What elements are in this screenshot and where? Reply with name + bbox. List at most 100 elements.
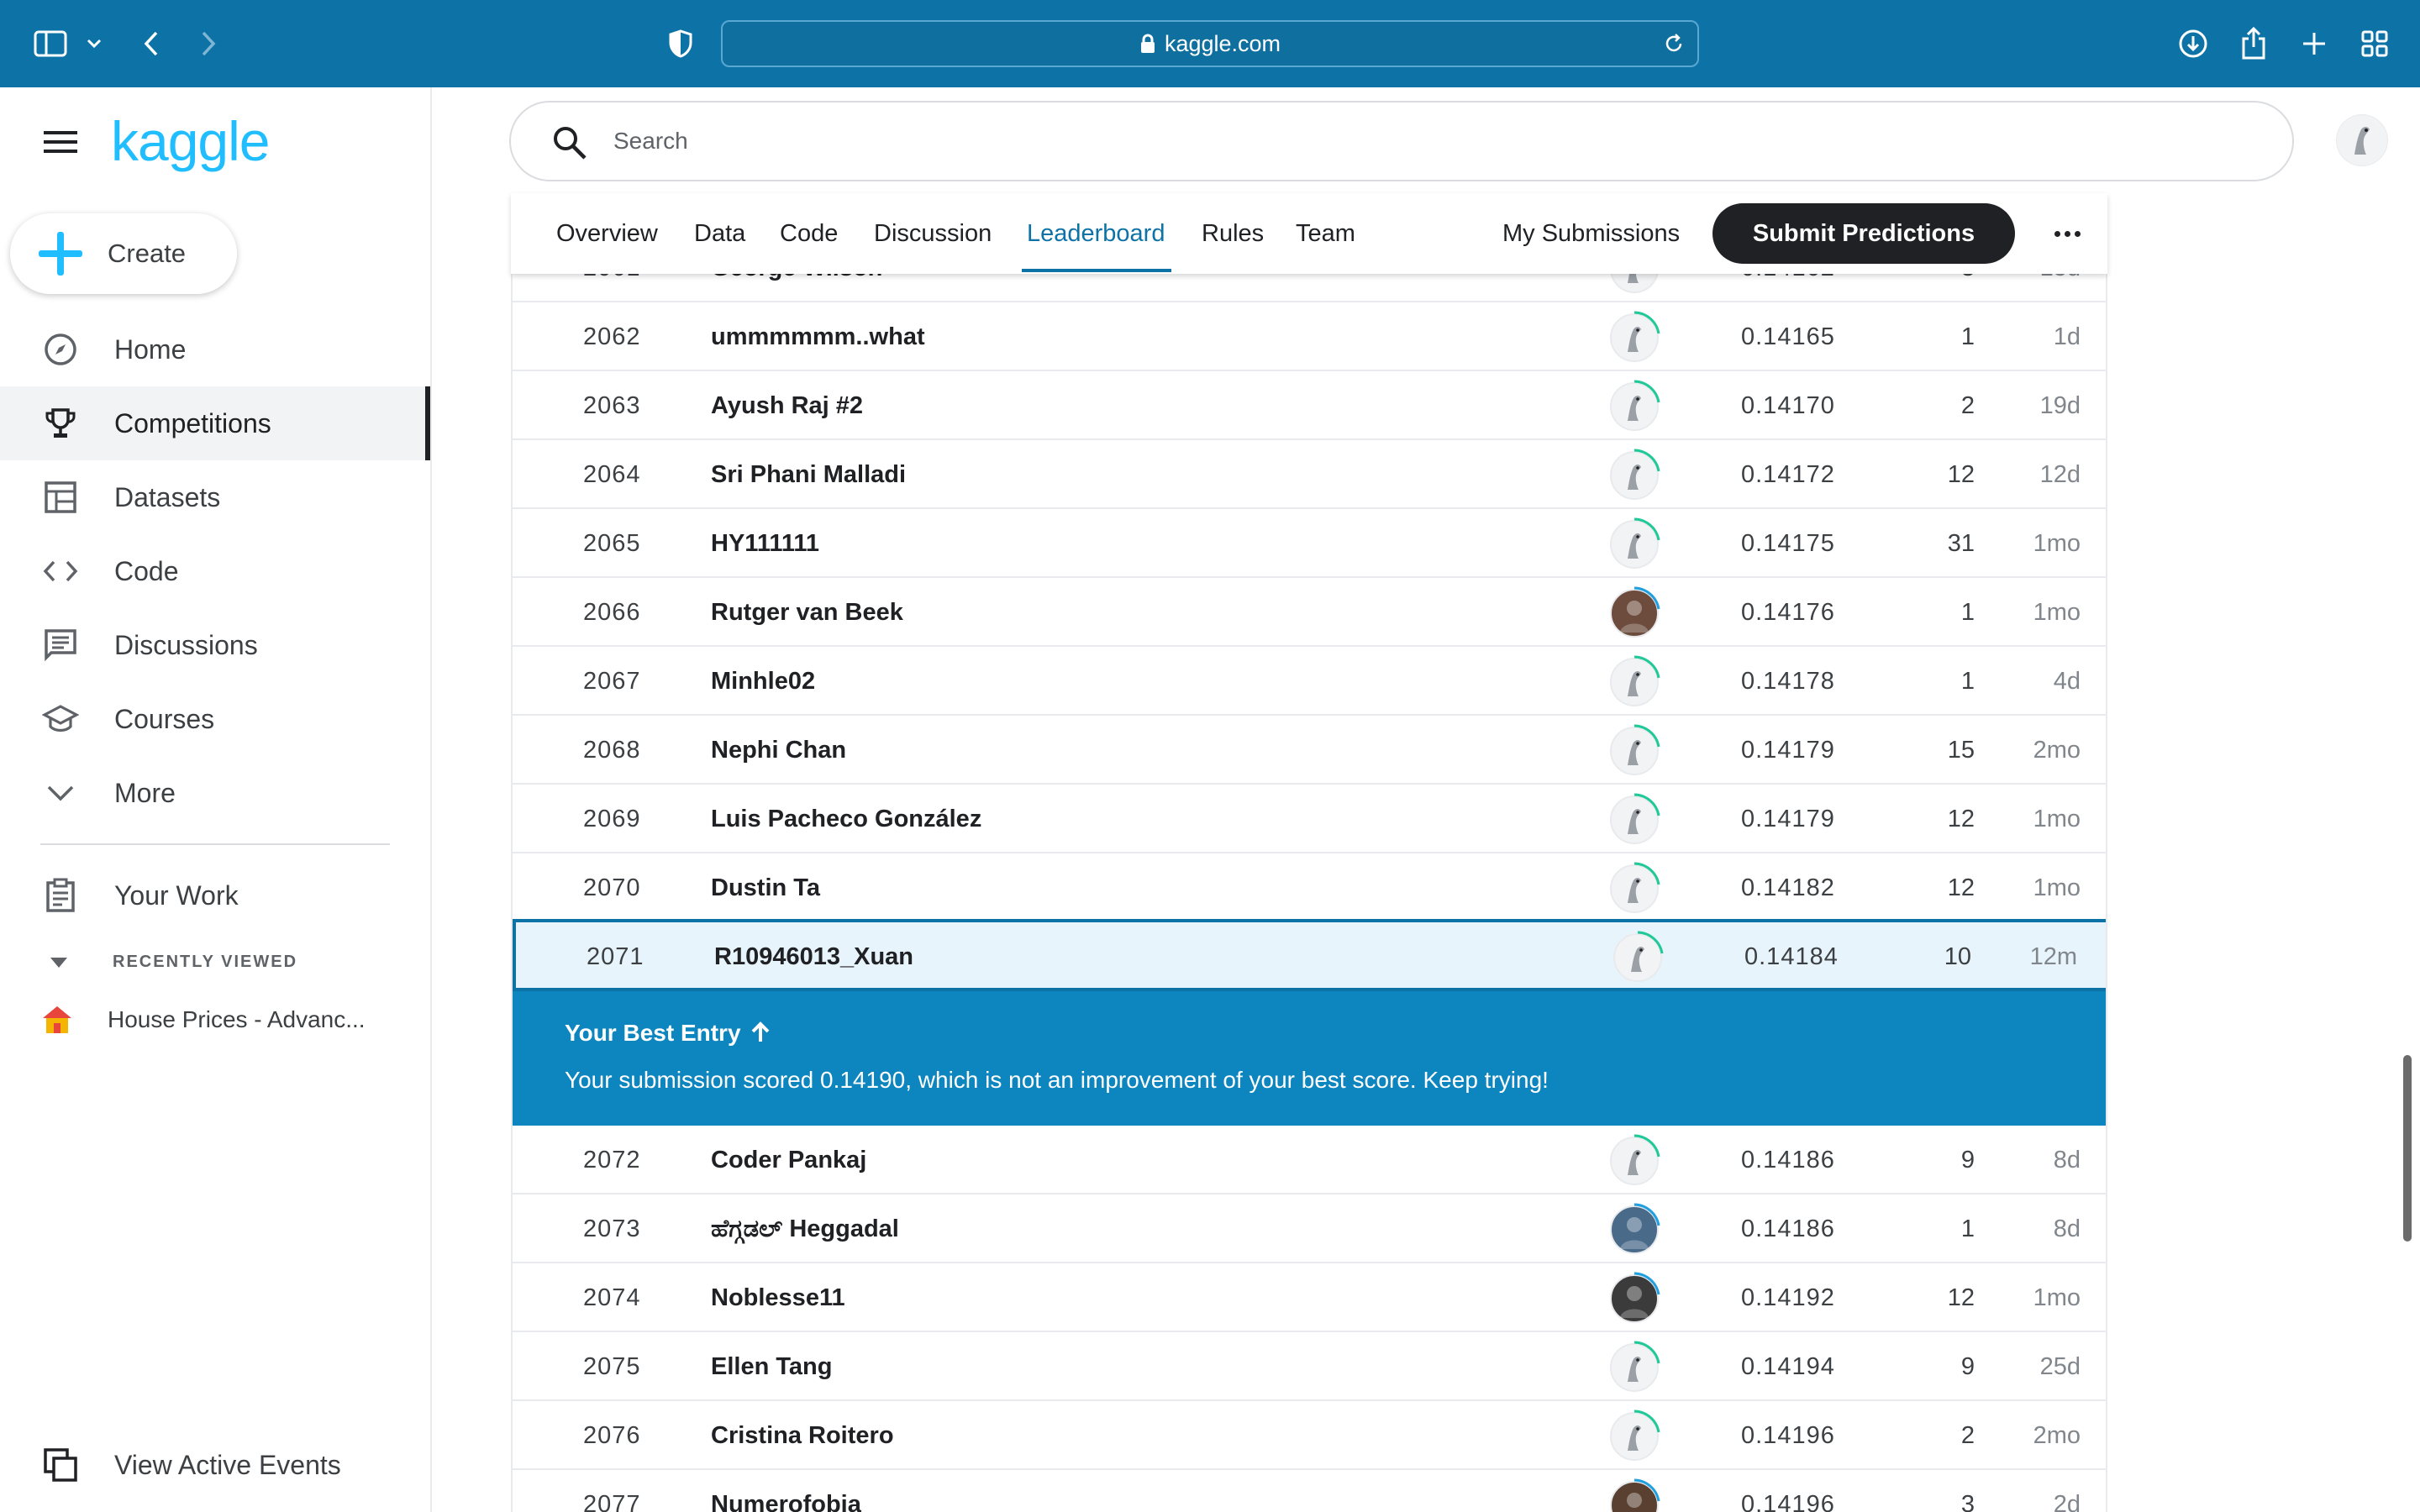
avatar[interactable] [1610, 449, 1660, 500]
table-row[interactable]: 2074 Noblesse11 0.14192 12 1mo [513, 1263, 2106, 1332]
table-row[interactable]: 2064 Sri Phani Malladi 0.14172 12 12d [513, 440, 2106, 509]
url-bar[interactable]: kaggle.com [721, 20, 1699, 67]
avatar[interactable] [1610, 793, 1660, 844]
share-icon[interactable] [2235, 25, 2272, 62]
team-name[interactable]: HY111111 [711, 509, 819, 578]
my-submissions-link[interactable]: My Submissions [1502, 193, 1680, 274]
table-row[interactable]: 2063 Ayush Raj #2 0.14170 2 19d [513, 371, 2106, 440]
tab-code[interactable]: Code [780, 193, 838, 274]
table-row[interactable]: 2066 Rutger van Beek 0.14176 1 1mo [513, 578, 2106, 647]
team-name[interactable]: Minhle02 [711, 647, 815, 716]
kaggle-logo[interactable]: kaggle [111, 109, 270, 173]
tab-rules[interactable]: Rules [1202, 193, 1264, 274]
table-row[interactable]: 2061 George Wilson 0.14162 3 15d [513, 274, 2106, 302]
table-row[interactable]: 2076 Cristina Roitero 0.14196 2 2mo [513, 1401, 2106, 1470]
last-submission: 8d [2053, 1147, 2081, 1173]
sidebar-item-more[interactable]: More [0, 756, 430, 830]
last-submission: 8d [2053, 1215, 2081, 1242]
menu-icon[interactable] [44, 129, 77, 155]
table-row[interactable]: 2075 Ellen Tang 0.14194 9 25d [513, 1332, 2106, 1401]
compass-icon [42, 331, 79, 368]
avatar[interactable] [1610, 1410, 1660, 1461]
chevron-down-icon[interactable] [76, 25, 113, 62]
team-name[interactable]: ummmmmm..what [711, 302, 925, 371]
table-row[interactable]: 2068 Nephi Chan 0.14179 15 2mo [513, 716, 2106, 785]
table-row[interactable]: 2065 HY111111 0.14175 31 1mo [513, 509, 2106, 578]
table-row[interactable]: 2070 Dustin Ta 0.14182 12 1mo [513, 853, 2106, 922]
sidebar-item-code[interactable]: Code [0, 534, 430, 608]
table-row[interactable]: 2069 Luis Pacheco González 0.14179 12 1m… [513, 785, 2106, 853]
team-name[interactable]: Cristina Roitero [711, 1401, 894, 1470]
tab-leaderboard[interactable]: Leaderboard [1021, 193, 1172, 274]
avatar[interactable] [1610, 862, 1660, 913]
avatar[interactable] [1610, 380, 1660, 431]
avatar[interactable] [1610, 724, 1660, 775]
team-name[interactable]: Dustin Ta [711, 853, 820, 922]
team-name[interactable]: R10946013_Xuan [714, 922, 913, 991]
team-name[interactable]: Rutger van Beek [711, 578, 903, 647]
sidebar-item-courses[interactable]: Courses [0, 682, 430, 756]
avatar[interactable] [1610, 1478, 1660, 1512]
tab-team[interactable]: Team [1296, 193, 1355, 274]
sidebar-item-competitions[interactable]: Competitions [0, 386, 430, 460]
rank: 2068 [583, 737, 641, 764]
submit-predictions-button[interactable]: Submit Predictions [1712, 203, 2015, 264]
team-name[interactable]: Numerofobia [711, 1470, 861, 1512]
avatar[interactable] [1610, 586, 1660, 638]
sidebar-item-discussions[interactable]: Discussions [0, 608, 430, 682]
sidebar-item-datasets[interactable]: Datasets [0, 460, 430, 534]
page-scrollbar[interactable] [2403, 1055, 2412, 1242]
team-name[interactable]: Ellen Tang [711, 1332, 832, 1401]
entries-count: 2 [1960, 392, 1975, 419]
tab-overview[interactable]: Overview [556, 193, 658, 274]
download-icon[interactable] [2175, 25, 2212, 62]
rank: 2069 [583, 806, 641, 832]
sidebar-toggle-icon[interactable] [32, 25, 69, 62]
avatar[interactable] [1610, 311, 1660, 362]
avatar[interactable] [1610, 1272, 1660, 1323]
avatar[interactable] [1610, 1203, 1660, 1254]
sidebar-item-home[interactable]: Home [0, 312, 430, 386]
back-icon[interactable] [133, 25, 170, 62]
team-name[interactable]: Ayush Raj #2 [711, 371, 863, 440]
avatar[interactable] [1613, 931, 1664, 982]
table-row[interactable]: 2062 ummmmmm..what 0.14165 1 1d [513, 302, 2106, 371]
last-submission: 25d [2039, 1353, 2081, 1380]
team-name[interactable]: George Wilson [711, 274, 882, 302]
team-name[interactable]: Luis Pacheco González [711, 785, 981, 853]
tab-overview-icon[interactable] [2356, 25, 2393, 62]
team-name[interactable]: ಹೆಗ್ಗಡಲ್ Heggadal [711, 1194, 899, 1263]
new-tab-icon[interactable] [2296, 25, 2333, 62]
team-name[interactable]: Sri Phani Malladi [711, 440, 906, 509]
recent-item-house-prices[interactable]: House Prices - Advanc... [40, 1003, 366, 1037]
reload-icon[interactable] [1662, 32, 1686, 55]
team-name[interactable]: Coder Pankaj [711, 1126, 866, 1194]
tab-data[interactable]: Data [694, 193, 745, 274]
table-row[interactable]: 2077 Numerofobia 0.14196 3 2d [513, 1470, 2106, 1512]
collapse-caret-icon[interactable] [50, 958, 67, 968]
avatar[interactable] [1610, 655, 1660, 706]
tier-ring-icon [1634, 1203, 1660, 1226]
more-options-icon[interactable] [2049, 218, 2086, 249]
sidebar-item-your-work[interactable]: Your Work [0, 858, 430, 932]
team-name[interactable]: Nephi Chan [711, 716, 846, 785]
forward-icon[interactable] [190, 25, 227, 62]
my-team-row[interactable]: 2071 R10946013_Xuan 0.14184 10 12m [513, 919, 2106, 991]
last-submission: 1mo [2033, 1284, 2081, 1311]
tab-discussion[interactable]: Discussion [874, 193, 992, 274]
user-avatar[interactable] [2336, 114, 2388, 166]
rank: 2077 [583, 1491, 641, 1512]
create-button[interactable]: Create [10, 213, 237, 294]
team-name[interactable]: Noblesse11 [711, 1263, 845, 1332]
avatar[interactable] [1610, 517, 1660, 569]
shield-icon[interactable] [662, 25, 699, 62]
search-input[interactable]: Search [509, 101, 2294, 181]
table-row[interactable]: 2072 Coder Pankaj 0.14186 9 8d [513, 1126, 2106, 1194]
avatar[interactable] [1610, 274, 1659, 293]
table-row[interactable]: 2067 Minhle02 0.14178 1 4d [513, 647, 2106, 716]
table-row[interactable]: 2073 ಹೆಗ್ಗಡಲ್ Heggadal 0.14186 1 8d [513, 1194, 2106, 1263]
avatar[interactable] [1610, 1341, 1660, 1392]
avatar[interactable] [1610, 1134, 1660, 1185]
tier-ring-icon [1634, 586, 1660, 610]
sidebar-item-view-active-events[interactable]: View Active Events [0, 1428, 430, 1502]
